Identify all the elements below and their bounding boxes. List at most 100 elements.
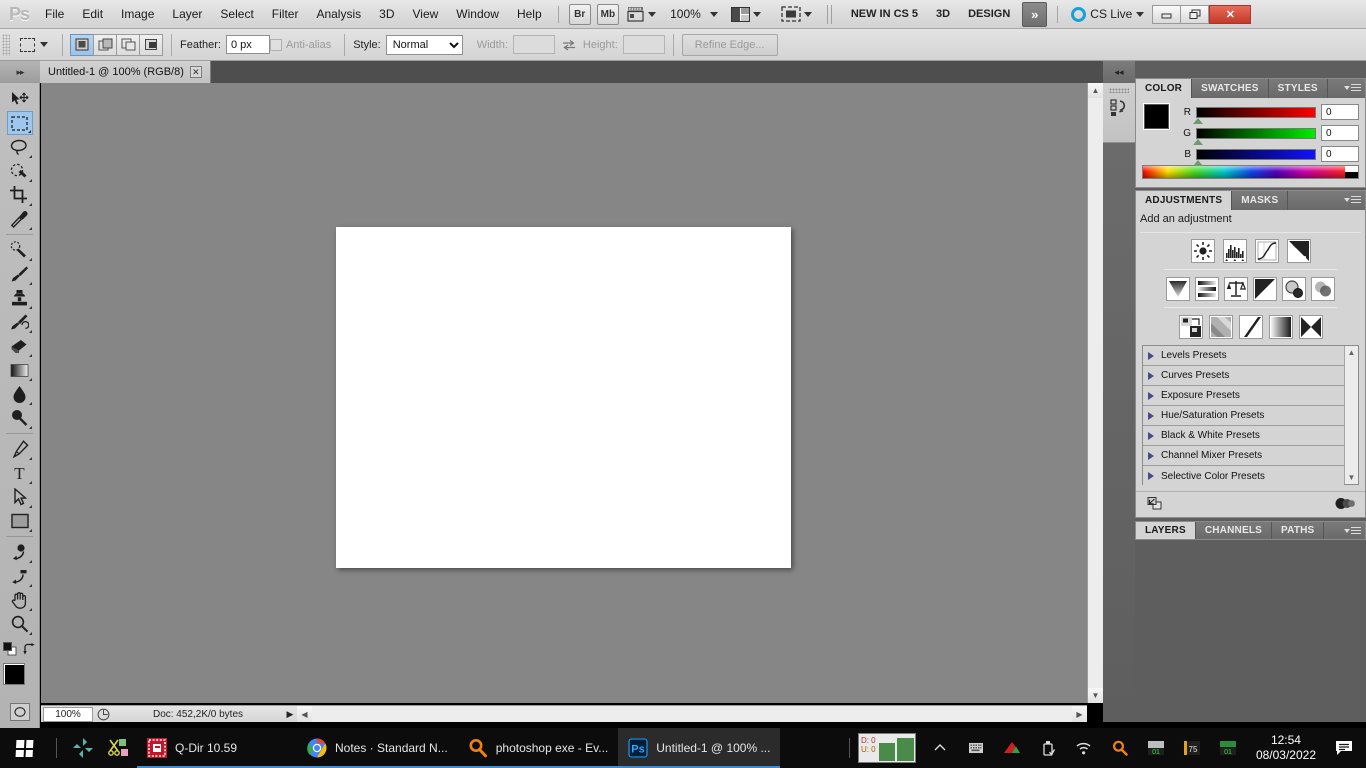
color-panel-foreground-swatch[interactable] xyxy=(1143,103,1170,130)
status-zoom-field[interactable]: 100% xyxy=(43,706,93,722)
toolbar-collapse-button[interactable]: ▸▸ xyxy=(0,61,40,83)
posterize-button[interactable] xyxy=(1208,315,1233,339)
workspace-design[interactable]: DESIGN xyxy=(959,3,1019,26)
status-expand-button[interactable]: ▶ xyxy=(283,709,297,720)
crop-tool[interactable] xyxy=(7,183,33,207)
close-button[interactable]: ✕ xyxy=(1209,4,1252,24)
photo-filter-button[interactable] xyxy=(1282,277,1306,301)
return-to-adjustment-list-button[interactable] xyxy=(1146,496,1163,514)
workspace-3d[interactable]: 3D xyxy=(927,3,959,26)
add-to-selection-button[interactable] xyxy=(93,33,117,56)
start-button[interactable] xyxy=(0,728,48,768)
preset-levels[interactable]: Levels Presets xyxy=(1143,346,1344,366)
workspace-new-in-cs5[interactable]: NEW IN CS 5 xyxy=(842,3,927,26)
move-tool[interactable] xyxy=(7,87,33,111)
green-slider[interactable] xyxy=(1193,127,1316,145)
path-selection-tool[interactable] xyxy=(7,485,33,509)
default-colors-button[interactable] xyxy=(3,642,17,659)
menu-image[interactable]: Image xyxy=(112,1,163,28)
scroll-down-arrow[interactable]: ▼ xyxy=(1088,688,1103,703)
layers-panel-menu-button[interactable] xyxy=(1344,525,1361,536)
pen-tool[interactable] xyxy=(7,437,33,461)
hand-tool[interactable] xyxy=(7,588,33,612)
history-brush-tool[interactable] xyxy=(7,310,33,334)
tab-color[interactable]: COLOR xyxy=(1136,79,1193,98)
tab-paths[interactable]: PATHS xyxy=(1272,522,1325,539)
swap-colors-button[interactable] xyxy=(23,642,36,659)
hue-saturation-button[interactable] xyxy=(1195,277,1219,301)
expand-triangle-icon[interactable] xyxy=(1148,431,1154,440)
feather-input[interactable] xyxy=(225,35,270,54)
menu-window[interactable]: Window xyxy=(447,1,508,28)
expand-triangle-icon[interactable] xyxy=(1148,472,1154,480)
gpu-meter-icon[interactable]: 01 xyxy=(1210,740,1246,756)
spectrum-gradient[interactable] xyxy=(1143,166,1345,178)
preset-channel-mixer[interactable]: Channel Mixer Presets xyxy=(1143,446,1344,466)
tab-swatches[interactable]: SWATCHES xyxy=(1192,79,1269,98)
menu-layer[interactable]: Layer xyxy=(163,1,211,28)
screen-mode-button[interactable] xyxy=(778,3,815,26)
blur-tool[interactable] xyxy=(7,382,33,406)
gradient-tool[interactable] xyxy=(7,358,33,382)
cpu-meter-icon[interactable]: 75 xyxy=(1174,740,1210,756)
menu-3d[interactable]: 3D xyxy=(370,1,403,28)
selective-color-button[interactable] xyxy=(1298,315,1323,339)
3d-object-rotate-tool[interactable] xyxy=(7,540,33,564)
horizontal-type-tool[interactable]: T xyxy=(7,461,33,485)
expand-triangle-icon[interactable] xyxy=(1148,371,1154,380)
color-panel-menu-button[interactable] xyxy=(1344,82,1361,93)
new-selection-button[interactable] xyxy=(70,33,94,56)
black-and-white-button[interactable] xyxy=(1253,277,1277,301)
width-input[interactable] xyxy=(512,35,555,54)
restore-button[interactable] xyxy=(1180,4,1210,24)
tab-layers[interactable]: LAYERS xyxy=(1136,522,1196,539)
preset-selective-color[interactable]: Selective Color Presets xyxy=(1143,466,1344,486)
menu-select[interactable]: Select xyxy=(211,1,262,28)
expand-triangle-icon[interactable] xyxy=(1148,411,1154,420)
document-tab-close-icon[interactable]: ✕ xyxy=(189,66,202,78)
anti-alias-checkbox[interactable] xyxy=(269,38,282,51)
tab-channels[interactable]: CHANNELS xyxy=(1196,522,1273,539)
menu-view[interactable]: View xyxy=(403,1,447,28)
minimize-button[interactable] xyxy=(1152,4,1182,24)
spot-healing-brush-tool[interactable] xyxy=(7,238,33,262)
threshold-button[interactable] xyxy=(1238,315,1263,339)
taskbar-everything[interactable]: photoshop exe - Ev... xyxy=(457,728,619,768)
toggle-layer-visibility-button[interactable] xyxy=(1335,497,1355,513)
taskbar-clock[interactable]: 12:54 08/03/2022 xyxy=(1246,733,1326,763)
document-canvas[interactable] xyxy=(336,227,791,568)
preset-black-and-white[interactable]: Black & White Presets xyxy=(1143,426,1344,446)
zoom-chevron-down-icon[interactable] xyxy=(709,11,718,17)
scroll-up-arrow[interactable]: ▲ xyxy=(1088,83,1103,98)
action-center-button[interactable] xyxy=(1326,740,1362,756)
preset-curves[interactable]: Curves Presets xyxy=(1143,366,1344,386)
canvas-vertical-scrollbar[interactable]: ▲ ▼ xyxy=(1087,83,1103,703)
blue-slider-thumb[interactable] xyxy=(1193,159,1203,166)
expand-triangle-icon[interactable] xyxy=(1148,351,1154,360)
expand-triangle-icon[interactable] xyxy=(1148,451,1154,460)
tab-adjustments[interactable]: ADJUSTMENTS xyxy=(1136,191,1233,210)
dodge-tool[interactable] xyxy=(7,406,33,430)
snipping-tool-icon[interactable] xyxy=(101,728,137,768)
taskbar-chrome-notes[interactable]: Notes · Standard N... xyxy=(297,728,458,768)
canvas-horizontal-scrollbar[interactable]: ◀ ▶ xyxy=(297,705,1087,722)
curves-button[interactable] xyxy=(1254,239,1279,263)
intersect-with-selection-button[interactable] xyxy=(139,33,163,56)
red-slider-thumb[interactable] xyxy=(1193,117,1203,124)
workspace-more-button[interactable]: » xyxy=(1022,1,1048,27)
adjustments-panel-menu-button[interactable] xyxy=(1344,194,1361,205)
taskbar-photoshop[interactable]: Ps Untitled-1 @ 100% ... xyxy=(618,728,781,768)
foreground-color-swatch[interactable] xyxy=(2,663,25,685)
exposure-button[interactable] xyxy=(1286,239,1311,263)
eraser-tool[interactable] xyxy=(7,334,33,358)
3d-camera-rotate-tool[interactable] xyxy=(7,564,33,588)
preset-exposure[interactable]: Exposure Presets xyxy=(1143,386,1344,406)
view-extras-button[interactable] xyxy=(624,3,659,26)
style-select[interactable]: Normal xyxy=(385,34,463,55)
options-bar-grip[interactable] xyxy=(2,33,10,56)
quick-selection-tool[interactable] xyxy=(7,159,33,183)
blue-value[interactable]: 0 xyxy=(1321,146,1359,162)
scroll-right-arrow[interactable]: ▶ xyxy=(1072,706,1087,722)
scroll-left-arrow[interactable]: ◀ xyxy=(297,706,312,722)
presets-scroll-up-icon[interactable]: ▲ xyxy=(1348,348,1356,357)
